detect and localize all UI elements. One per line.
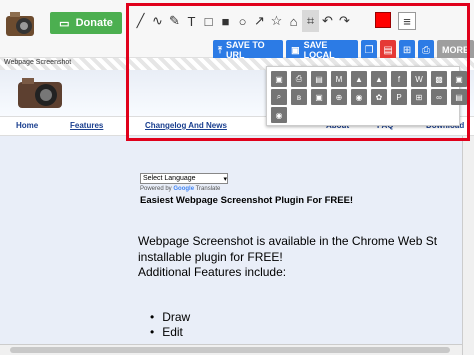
camera-logo-icon [6,12,34,36]
scroll-thumb[interactable] [10,347,450,353]
list-item: Edit [150,325,183,339]
powered-by-google: Powered by Google Translate [140,186,221,192]
nav-home[interactable]: Home [16,121,38,130]
money-icon: ▭ [59,17,70,30]
paragraph-line: installable plugin for FREE! [138,250,283,264]
highlight-box [126,3,470,141]
page-logo-text: Webpage Screenshot [4,59,72,66]
paragraph-line: Additional Features include: [138,265,287,279]
language-select[interactable]: Select Language ▾ [140,173,228,184]
dropdown-arrow-icon: ▾ [223,175,227,183]
vertical-scrollbar[interactable] [462,136,474,355]
horizontal-scrollbar[interactable] [0,344,462,355]
page-heading: Easiest Webpage Screenshot Plugin For FR… [140,195,354,206]
donate-button[interactable]: ▭ Donate [50,12,122,34]
paragraph-line: Webpage Screenshot is available in the C… [138,234,438,248]
site-camera-logo-icon [18,78,62,108]
list-item: Draw [150,310,190,324]
nav-features[interactable]: Features [70,121,103,130]
